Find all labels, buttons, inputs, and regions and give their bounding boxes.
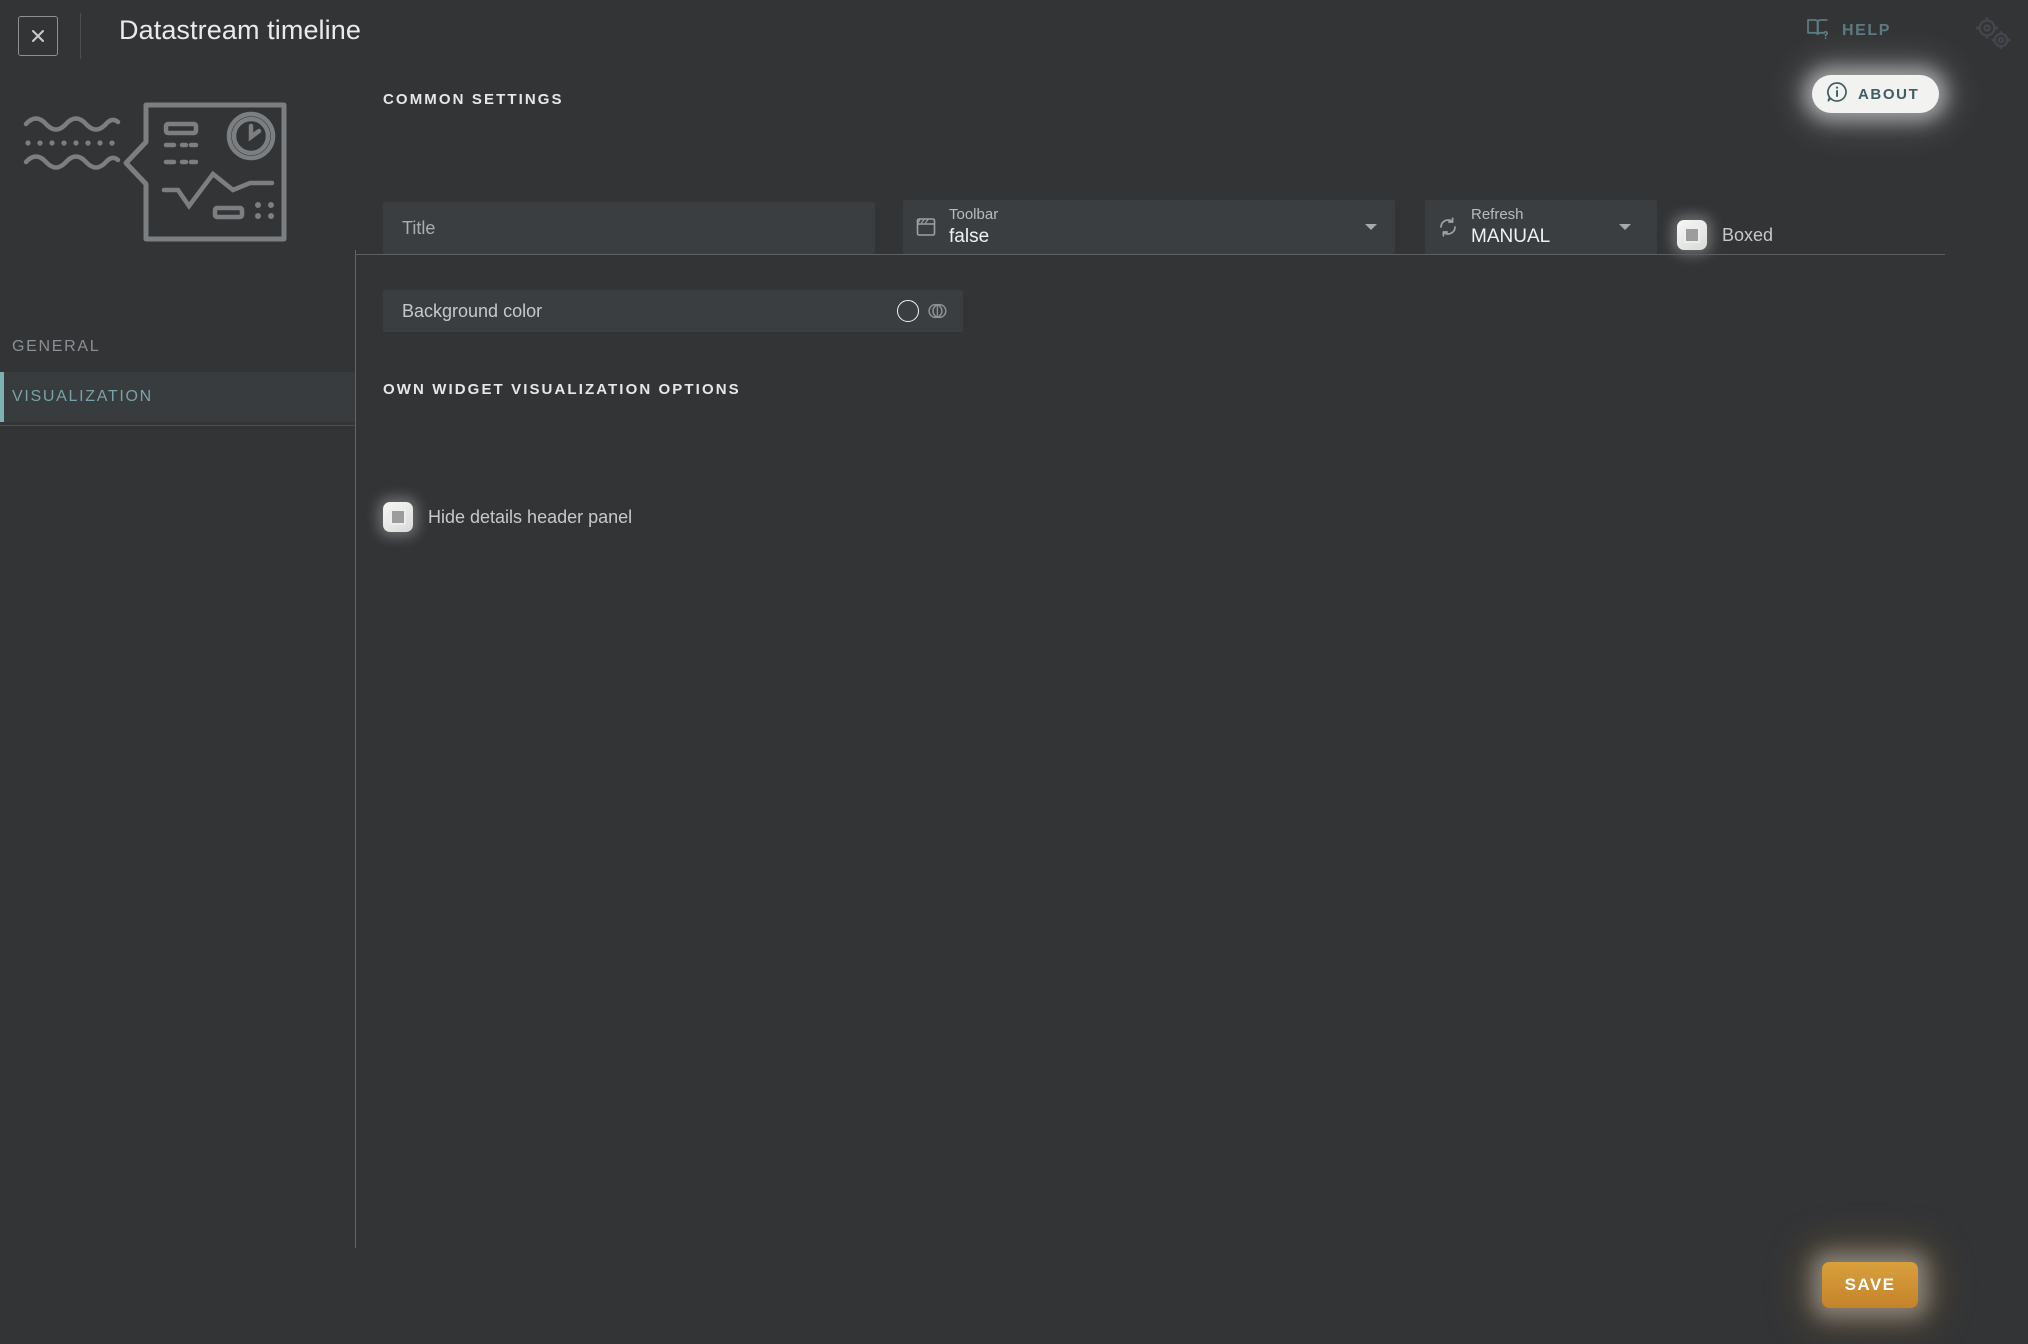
hide-details-header-checkbox[interactable]: Hide details header panel bbox=[383, 502, 632, 532]
checkbox-inner bbox=[1684, 227, 1700, 243]
section-divider bbox=[355, 254, 1945, 255]
boxed-checkbox[interactable]: Boxed bbox=[1677, 220, 1773, 250]
help-button[interactable]: HELP bbox=[1805, 16, 1891, 45]
window-toolbar-icon bbox=[903, 216, 949, 238]
sidebar-divider bbox=[0, 425, 355, 426]
title-input[interactable]: Title bbox=[383, 202, 875, 254]
sidebar-item-general[interactable]: GENERAL bbox=[0, 322, 355, 372]
gears-icon[interactable] bbox=[1972, 14, 2016, 59]
chevron-down-icon bbox=[1619, 224, 1631, 230]
refresh-select-value: MANUAL bbox=[1471, 225, 1551, 247]
title-input-placeholder: Title bbox=[402, 217, 436, 238]
settings-content: COMMON SETTINGS Title Toolbar false Refr… bbox=[355, 72, 2028, 1344]
widget-settings-window: Datastream timeline HELP ABOUT GENERAL V… bbox=[0, 0, 2028, 1344]
close-button[interactable] bbox=[18, 16, 58, 56]
sidebar-nav: GENERAL VISUALIZATION bbox=[0, 322, 355, 422]
datastream-widget-illustration bbox=[18, 94, 318, 259]
color-swatch[interactable] bbox=[897, 300, 919, 322]
book-question-icon bbox=[1805, 16, 1831, 45]
background-color-label: Background color bbox=[402, 300, 543, 321]
sidebar: GENERAL VISUALIZATION bbox=[0, 72, 355, 1344]
sidebar-item-label: VISUALIZATION bbox=[12, 388, 153, 405]
window-titlebar: Datastream timeline HELP ABOUT bbox=[0, 0, 2028, 113]
toolbar-select-value: false bbox=[949, 225, 990, 247]
help-label: HELP bbox=[1842, 21, 1892, 39]
toolbar-select[interactable]: Toolbar false bbox=[903, 200, 1395, 254]
refresh-select-label: Refresh bbox=[1471, 206, 1524, 224]
refresh-cycle-icon bbox=[1425, 216, 1471, 238]
chevron-down-icon bbox=[1365, 224, 1377, 230]
checkbox-box bbox=[383, 502, 413, 532]
close-x-icon bbox=[28, 26, 48, 46]
own-options-heading: OWN WIDGET VISUALIZATION OPTIONS bbox=[383, 381, 741, 398]
save-button[interactable]: SAVE bbox=[1822, 1262, 1918, 1308]
hide-details-checkbox-label: Hide details header panel bbox=[428, 506, 633, 527]
background-color-field[interactable]: Background color bbox=[383, 290, 963, 332]
boxed-checkbox-label: Boxed bbox=[1722, 224, 1774, 245]
common-settings-heading: COMMON SETTINGS bbox=[383, 91, 564, 108]
refresh-select[interactable]: Refresh MANUAL bbox=[1425, 200, 1657, 254]
toolbar-select-label: Toolbar bbox=[949, 206, 999, 224]
page-title: Datastream timeline bbox=[119, 15, 361, 45]
checkbox-box bbox=[1677, 220, 1707, 250]
color-palette-icon[interactable] bbox=[927, 301, 947, 321]
sidebar-item-label: GENERAL bbox=[12, 338, 101, 355]
sidebar-item-visualization[interactable]: VISUALIZATION bbox=[0, 372, 355, 422]
checkbox-inner bbox=[390, 509, 406, 525]
save-button-label: SAVE bbox=[1844, 1275, 1896, 1294]
title-divider bbox=[80, 13, 81, 59]
